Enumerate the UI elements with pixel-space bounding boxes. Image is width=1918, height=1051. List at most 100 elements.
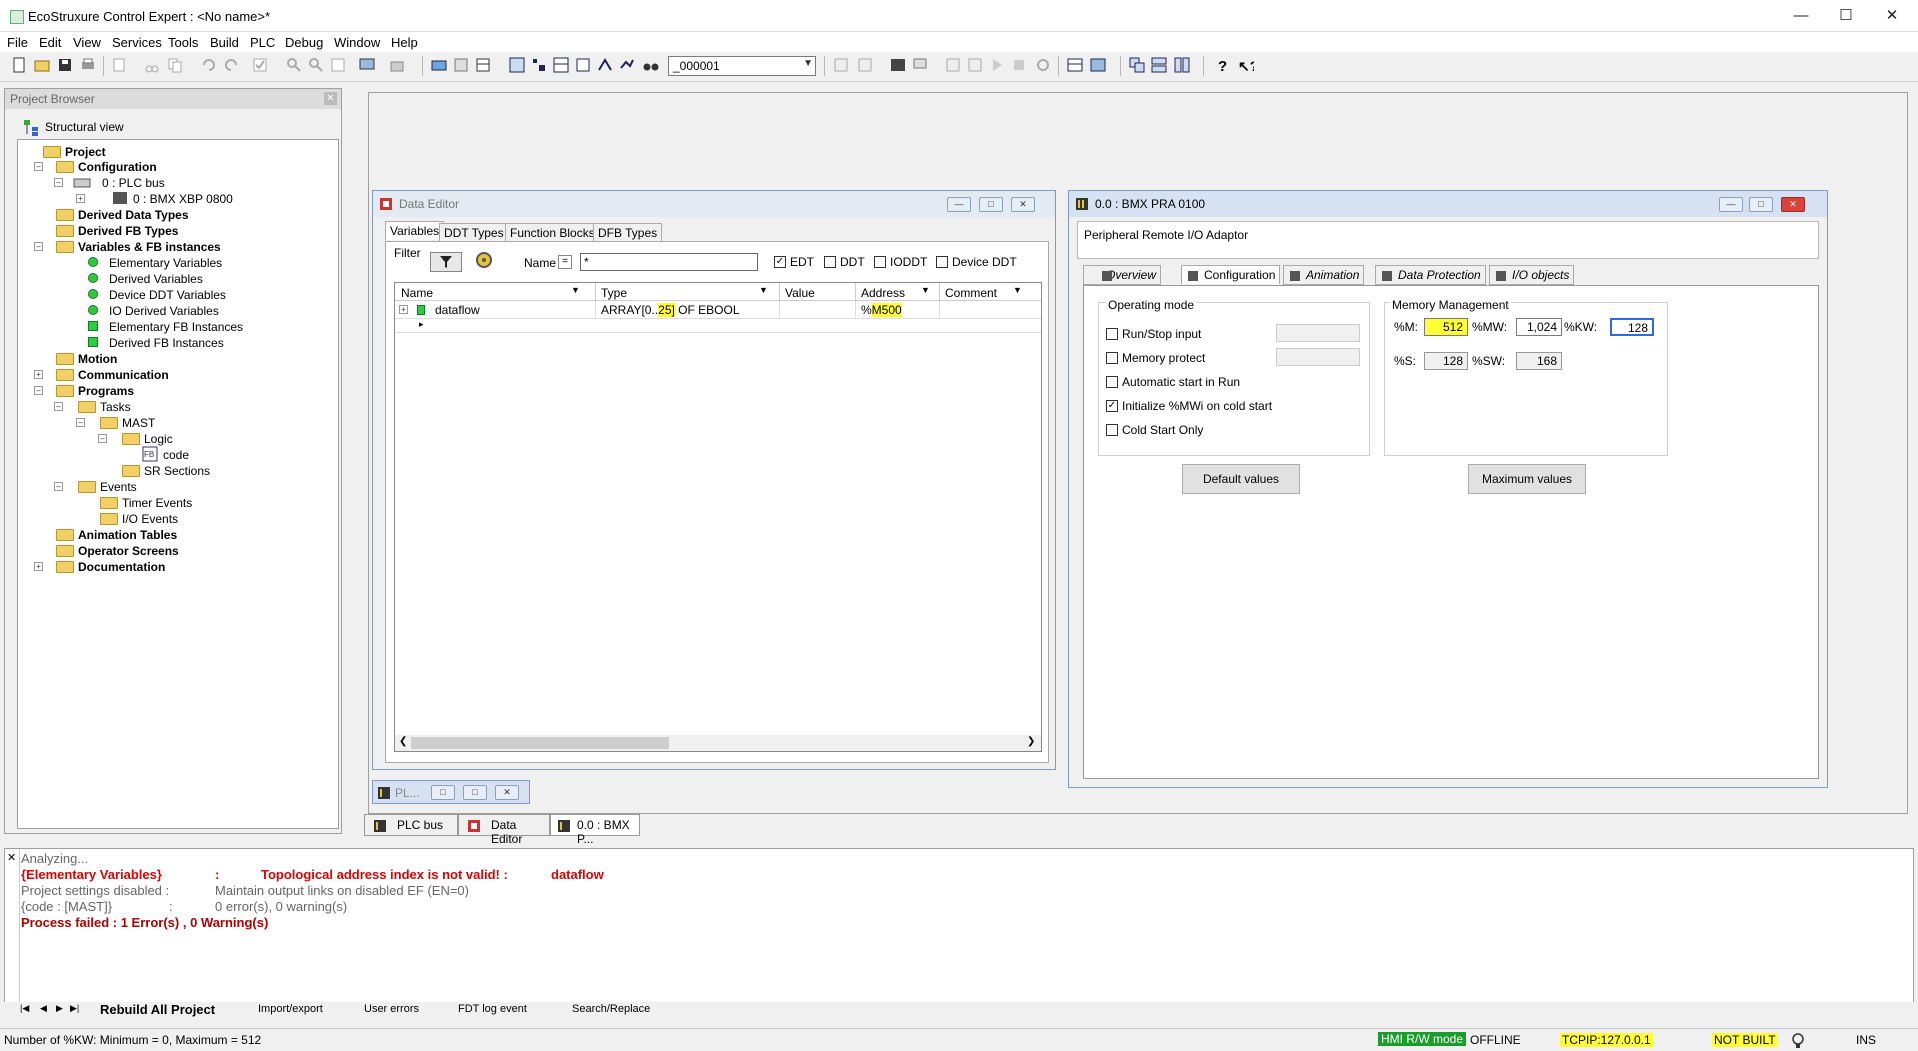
tree-motion[interactable]: Motion <box>78 352 117 366</box>
tab-plc-bus[interactable]: PLC bus <box>364 814 458 836</box>
tree-io-events[interactable]: I/O Events <box>122 512 178 526</box>
tree-rack[interactable]: 0 : BMX XBP 0800 <box>133 192 233 206</box>
tree-communication[interactable]: Communication <box>78 368 169 382</box>
print-icon[interactable] <box>79 56 97 74</box>
expand-icon[interactable]: + <box>399 305 408 314</box>
menu-debug[interactable]: Debug <box>285 35 323 50</box>
tab-bmx-pra[interactable]: 0.0 : BMX P... <box>550 814 640 846</box>
menu-window[interactable]: Window <box>334 35 380 50</box>
tree-configuration[interactable]: Configuration <box>78 160 157 174</box>
tree-plc-bus[interactable]: 0 : PLC bus <box>102 176 165 190</box>
cut-icon[interactable] <box>143 56 161 74</box>
menu-tools[interactable]: Tools <box>168 35 198 50</box>
tree-timer-events[interactable]: Timer Events <box>122 496 192 510</box>
export-icon[interactable] <box>388 56 406 74</box>
connect-icon[interactable] <box>832 56 850 74</box>
minimized-window[interactable]: PL... □ □ ✕ <box>372 780 530 804</box>
name-filter-input[interactable]: * <box>580 253 758 271</box>
new-row[interactable]: ▸ <box>395 319 1041 333</box>
device-ddt-checkbox[interactable] <box>936 256 948 268</box>
col-name[interactable]: Name <box>401 286 433 300</box>
disconnect-icon[interactable] <box>856 56 874 74</box>
tab-user-errors[interactable]: User errors <box>364 1003 419 1015</box>
maximum-values-button[interactable]: Maximum values <box>1468 464 1586 494</box>
tree-elementary-vars[interactable]: Elementary Variables <box>109 256 222 270</box>
tree-project[interactable]: Project <box>65 145 106 159</box>
tree-tasks[interactable]: Tasks <box>100 400 131 414</box>
list-icon[interactable] <box>574 56 592 74</box>
restore-icon[interactable]: □ <box>431 785 455 800</box>
expand-icon[interactable]: + <box>34 370 43 379</box>
tree-sr-sections[interactable]: SR Sections <box>144 464 210 478</box>
run-icon[interactable] <box>988 56 1006 74</box>
rebuild-icon[interactable] <box>452 56 470 74</box>
menu-build[interactable]: Build <box>210 35 239 50</box>
search-combo[interactable]: _000001 ▼ <box>668 56 816 76</box>
monitor-icon[interactable] <box>358 56 376 74</box>
tree-operator-screens[interactable]: Operator Screens <box>78 544 179 558</box>
new-file-icon[interactable] <box>10 56 28 74</box>
tree-io-derived-vars[interactable]: IO Derived Variables <box>109 304 219 318</box>
row-name[interactable]: dataflow <box>435 303 480 317</box>
undo-icon[interactable] <box>200 56 218 74</box>
tree-derived-data-types[interactable]: Derived Data Types <box>78 208 189 222</box>
close-icon[interactable]: ✕ <box>324 92 337 105</box>
help-icon[interactable]: ? <box>1213 56 1231 74</box>
menu-view[interactable]: View <box>73 35 101 50</box>
tree-derived-fb-types[interactable]: Derived FB Types <box>78 224 178 238</box>
next-tab-icon[interactable]: ▶ <box>56 1003 63 1014</box>
tree-code[interactable]: code <box>163 448 189 462</box>
memory-protect-checkbox[interactable] <box>1106 352 1118 364</box>
ddt-checkbox[interactable] <box>824 256 836 268</box>
tree-derived-vars[interactable]: Derived Variables <box>109 272 203 286</box>
sort-icon[interactable]: ▼ <box>571 285 580 295</box>
maximize-button[interactable]: ☐ <box>1824 4 1868 28</box>
tab-fdt-log[interactable]: FDT log event <box>458 1003 527 1015</box>
minimize-button[interactable]: — <box>1779 4 1823 28</box>
kw-input[interactable]: 128 <box>1610 318 1654 336</box>
transfer-icon[interactable] <box>944 56 962 74</box>
close-button[interactable]: ✕ <box>1870 4 1914 28</box>
scroll-thumb[interactable] <box>411 737 669 749</box>
tab-data-editor[interactable]: Data Editor <box>458 814 550 846</box>
scroll-right-icon[interactable]: ❯ <box>1027 736 1035 747</box>
equals-button[interactable]: = <box>558 255 572 269</box>
tree-elementary-fb[interactable]: Elementary FB Instances <box>109 320 243 334</box>
tab-ddt-types[interactable]: DDT Types <box>439 223 509 243</box>
tab-rebuild-all[interactable]: Rebuild All Project <box>100 1002 215 1017</box>
tile-vertical-icon[interactable] <box>1173 56 1191 74</box>
redo-icon[interactable] <box>222 56 240 74</box>
cascade-icon[interactable] <box>1128 56 1146 74</box>
replace-icon[interactable] <box>329 56 347 74</box>
copy-icon[interactable] <box>166 56 184 74</box>
tree-mast[interactable]: MAST <box>122 416 155 430</box>
init-icon[interactable] <box>1034 56 1052 74</box>
scroll-left-icon[interactable]: ❮ <box>399 736 407 747</box>
close-icon[interactable]: ✕ <box>495 785 519 800</box>
filter-options-button[interactable] <box>470 250 502 272</box>
collapse-icon[interactable]: – <box>76 418 85 427</box>
tree-variables-fb[interactable]: Variables & FB instances <box>78 240 221 254</box>
tree-animation-tables[interactable]: Animation Tables <box>78 528 177 542</box>
debug-screen-icon[interactable] <box>1089 56 1107 74</box>
find-icon[interactable] <box>285 56 303 74</box>
menu-services[interactable]: Services <box>112 35 162 50</box>
default-values-button[interactable]: Default values <box>1182 464 1300 494</box>
find-next-icon[interactable] <box>307 56 325 74</box>
analyze-icon[interactable] <box>474 56 492 74</box>
cross-ref-icon[interactable] <box>596 56 614 74</box>
rack-icon[interactable] <box>889 56 907 74</box>
sort-icon[interactable]: ▼ <box>1013 285 1022 295</box>
restore-icon[interactable]: □ <box>1749 197 1773 212</box>
col-address[interactable]: Address <box>861 286 905 300</box>
row-type[interactable]: ARRAY[0..25] OF EBOOL <box>601 303 740 317</box>
table-row[interactable]: + dataflow ARRAY[0..25] OF EBOOL %M500 <box>395 301 1041 319</box>
col-type[interactable]: Type <box>601 286 627 300</box>
row-address[interactable]: %M500 <box>861 303 902 317</box>
ioddt-checkbox[interactable] <box>874 256 886 268</box>
expand-icon[interactable]: + <box>34 562 43 571</box>
first-tab-icon[interactable]: |◀ <box>20 1003 29 1014</box>
pc-icon[interactable] <box>911 56 929 74</box>
undo-cut-icon[interactable] <box>110 56 128 74</box>
menu-edit[interactable]: Edit <box>39 35 61 50</box>
